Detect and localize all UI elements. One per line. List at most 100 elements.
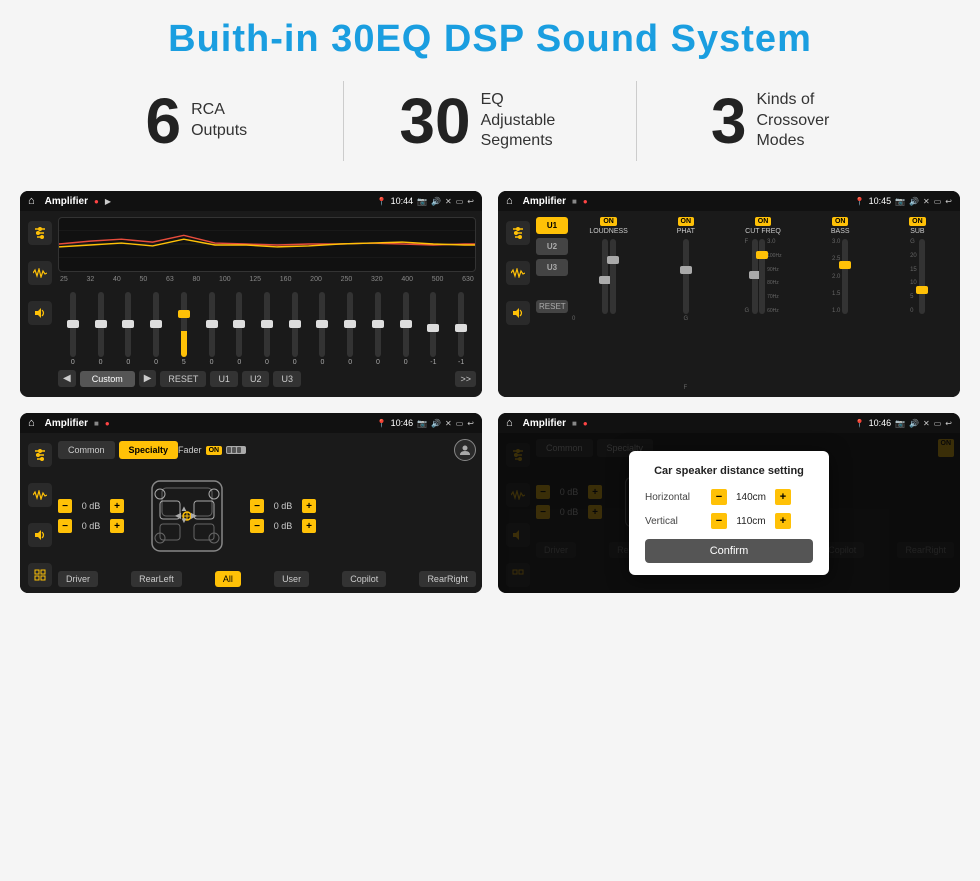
home-icon-specialty[interactable]: ⌂ [28, 417, 35, 429]
rearleft-button[interactable]: RearLeft [131, 571, 182, 587]
crossover-u3-button[interactable]: U3 [536, 259, 568, 276]
db-minus-rr[interactable]: − [250, 519, 264, 533]
camera-icon-specialty[interactable]: 📷 [417, 419, 427, 428]
back-icon-specialty[interactable]: ↩ [467, 419, 474, 428]
eq-slider-7[interactable]: 0 [226, 292, 252, 366]
db-plus-rr[interactable]: + [302, 519, 316, 533]
home-icon-crossover[interactable]: ⌂ [506, 195, 513, 207]
driver-button[interactable]: Driver [58, 571, 98, 587]
db-plus-fr[interactable]: + [302, 499, 316, 513]
crossover-reset-button[interactable]: RESET [536, 300, 568, 313]
db-minus-rl[interactable]: − [58, 519, 72, 533]
eq-slider-4[interactable]: 0 [143, 292, 169, 366]
loudness-slider-1[interactable] [602, 239, 608, 314]
eq-slider-6[interactable]: 0 [199, 292, 225, 366]
db-minus-fl[interactable]: − [58, 499, 72, 513]
db-plus-fl[interactable]: + [110, 499, 124, 513]
eq-slider-10[interactable]: 0 [310, 292, 336, 366]
camera-icon-eq[interactable]: 📷 [417, 197, 427, 206]
sub-slider[interactable] [919, 239, 925, 314]
window-icon-specialty[interactable]: ▭ [456, 419, 464, 428]
eq-slider-8[interactable]: 0 [254, 292, 280, 366]
crossover-filter-icon[interactable] [506, 221, 530, 245]
window-icon-dialog[interactable]: ▭ [934, 419, 942, 428]
eq-slider-5[interactable]: 5 [171, 292, 197, 366]
fader-slider-mini[interactable] [226, 446, 246, 454]
right-db-controls: − 0 dB + − 0 dB + [250, 499, 316, 533]
x-icon-specialty[interactable]: ✕ [445, 419, 452, 428]
play-icon-eq[interactable]: ▶ [105, 197, 111, 206]
location-icon-specialty: 📍 [377, 419, 387, 428]
vertical-minus-button[interactable]: − [711, 513, 727, 529]
back-icon-eq[interactable]: ↩ [467, 197, 474, 206]
volume-icon-crossover[interactable]: 🔊 [909, 197, 919, 206]
rec-dot-dialog: ■ [572, 419, 577, 428]
crossover-u2-button[interactable]: U2 [536, 238, 568, 255]
phat-slider-1[interactable] [683, 239, 689, 314]
x-icon-crossover[interactable]: ✕ [923, 197, 930, 206]
eq-slider-3[interactable]: 0 [115, 292, 141, 366]
horizontal-plus-button[interactable]: + [775, 489, 791, 505]
eq-filter-icon[interactable] [28, 221, 52, 245]
x-icon-dialog[interactable]: ✕ [923, 419, 930, 428]
specialty-speaker-icon[interactable] [28, 523, 52, 547]
crossover-u1-button[interactable]: U1 [536, 217, 568, 234]
back-icon-dialog[interactable]: ↩ [945, 419, 952, 428]
stat-divider-2 [636, 81, 637, 161]
eq-wave-icon[interactable] [28, 261, 52, 285]
all-button[interactable]: All [215, 571, 241, 587]
camera-icon-crossover[interactable]: 📷 [895, 197, 905, 206]
bass-col: ON BASS 3.02.52.01.51.0 [804, 217, 877, 391]
volume-icon-eq[interactable]: 🔊 [431, 197, 441, 206]
profile-icon-specialty[interactable] [454, 439, 476, 461]
eq-reset-button[interactable]: RESET [160, 371, 206, 387]
vertical-plus-button[interactable]: + [775, 513, 791, 529]
crossover-wave-icon[interactable] [506, 261, 530, 285]
eq-slider-2[interactable]: 0 [88, 292, 114, 366]
user-button[interactable]: User [274, 571, 309, 587]
eq-u1-button[interactable]: U1 [210, 371, 238, 387]
crossover-speaker-icon[interactable] [506, 301, 530, 325]
db-minus-fr[interactable]: − [250, 499, 264, 513]
eq-u3-button[interactable]: U3 [273, 371, 301, 387]
sub-col: ON SUB G20151050 [881, 217, 954, 391]
eq-slider-9[interactable]: 0 [282, 292, 308, 366]
specialty-wave-icon[interactable] [28, 483, 52, 507]
eq-slider-15[interactable]: -1 [448, 292, 474, 366]
back-icon-crossover[interactable]: ↩ [945, 197, 952, 206]
status-icons-eq: 📍 10:44 📷 🔊 ✕ ▭ ↩ [377, 196, 474, 206]
rearright-button[interactable]: RearRight [419, 571, 476, 587]
eq-slider-11[interactable]: 0 [337, 292, 363, 366]
camera-icon-dialog[interactable]: 📷 [895, 419, 905, 428]
tab-specialty[interactable]: Specialty [119, 441, 179, 459]
home-icon-dialog[interactable]: ⌂ [506, 417, 513, 429]
eq-prev-button[interactable]: ◀ [58, 370, 76, 387]
window-icon-eq[interactable]: ▭ [456, 197, 464, 206]
specialty-filter-icon[interactable] [28, 443, 52, 467]
cutfreq-freq-labels: 3.0 100Hz 90Hz 80Hz 70Hz 60Hz [767, 239, 781, 314]
loudness-sliders [602, 239, 616, 314]
eq-u2-button[interactable]: U2 [242, 371, 270, 387]
eq-more-button[interactable]: >> [455, 371, 476, 387]
eq-next-button[interactable]: ▶ [139, 370, 157, 387]
eq-slider-13[interactable]: 0 [393, 292, 419, 366]
window-icon-crossover[interactable]: ▭ [934, 197, 942, 206]
home-icon-eq[interactable]: ⌂ [28, 195, 35, 207]
volume-icon-specialty[interactable]: 🔊 [431, 419, 441, 428]
db-plus-rl[interactable]: + [110, 519, 124, 533]
cutfreq-slider-2[interactable] [759, 239, 765, 314]
eq-slider-14[interactable]: -1 [421, 292, 447, 366]
x-icon-eq[interactable]: ✕ [445, 197, 452, 206]
eq-speaker-icon[interactable] [28, 301, 52, 325]
dialog-vertical-label: Vertical [645, 516, 705, 527]
bass-slider[interactable] [842, 239, 848, 314]
copilot-button[interactable]: Copilot [342, 571, 386, 587]
horizontal-minus-button[interactable]: − [711, 489, 727, 505]
loudness-slider-2[interactable] [610, 239, 616, 314]
specialty-channel-icon[interactable] [28, 563, 52, 587]
tab-common[interactable]: Common [58, 441, 115, 459]
eq-slider-12[interactable]: 0 [365, 292, 391, 366]
eq-slider-1[interactable]: 0 [60, 292, 86, 366]
volume-icon-dialog[interactable]: 🔊 [909, 419, 919, 428]
confirm-button[interactable]: Confirm [645, 539, 813, 563]
